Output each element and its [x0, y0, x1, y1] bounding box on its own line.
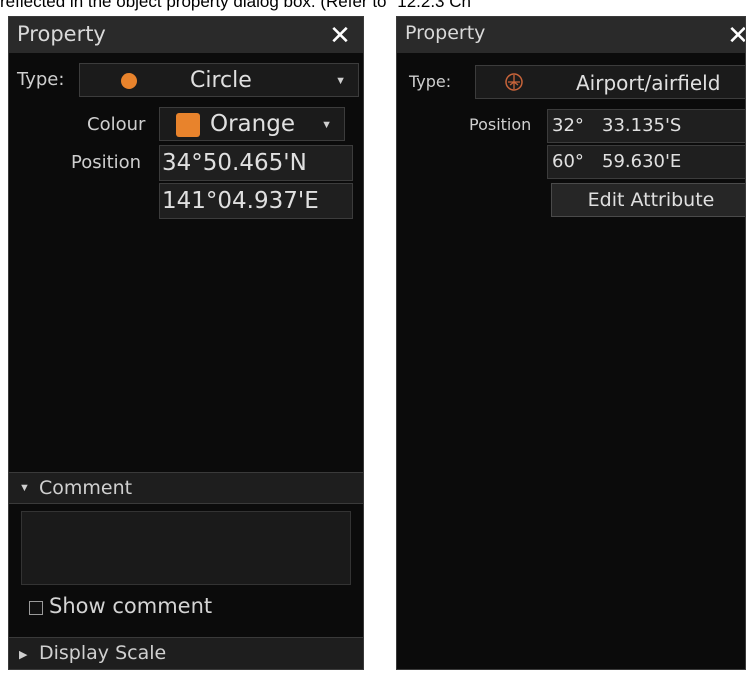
colour-dropdown[interactable]: Orange ▼ — [159, 107, 345, 141]
panel-title: Property — [405, 22, 486, 44]
latitude-minutes: 33.135'S — [602, 115, 682, 136]
longitude-field[interactable]: 141°04.937'E — [159, 183, 353, 219]
longitude-minutes: 59.630'E — [602, 151, 682, 172]
title-bar: Property ✕ — [9, 17, 363, 53]
show-comment-label: Show comment — [49, 594, 213, 618]
chevron-down-icon: ▼ — [335, 75, 346, 87]
airport-icon — [505, 73, 523, 91]
close-button[interactable]: ✕ — [325, 21, 355, 49]
close-button[interactable]: ✕ — [723, 21, 745, 49]
orange-circle-icon — [121, 73, 137, 89]
latitude-field[interactable]: 32° 33.135'S — [547, 109, 745, 143]
colour-value: Orange — [210, 111, 295, 137]
comment-section-label: Comment — [39, 477, 133, 499]
chevron-right-icon: ▶ — [19, 649, 28, 661]
chevron-down-icon: ▼ — [321, 119, 332, 131]
type-label: Type: — [409, 72, 452, 91]
colour-label: Colour — [87, 114, 146, 135]
position-label: Position — [71, 152, 142, 173]
caption-text: reflected in the object property dialog … — [0, 0, 471, 11]
display-scale-section-header[interactable]: ▶ Display Scale — [9, 637, 363, 669]
property-panel-airport: Property ✕ Type: Airport/airfield Positi… — [396, 16, 746, 670]
property-panel-circle: Property ✕ Type: Circle ▼ Colour Orange … — [8, 16, 364, 670]
longitude-value: 141°04.937'E — [162, 188, 319, 214]
type-label: Type: — [17, 69, 65, 90]
latitude-field[interactable]: 34°50.465'N — [159, 145, 353, 181]
longitude-field[interactable]: 60° 59.630'E — [547, 145, 745, 179]
show-comment-checkbox[interactable] — [29, 601, 43, 615]
type-value: Airport/airfield — [576, 71, 721, 95]
title-bar: Property ✕ — [397, 17, 745, 53]
orange-swatch-icon — [176, 113, 200, 137]
latitude-degrees: 32° — [552, 115, 584, 136]
type-value: Circle — [190, 68, 252, 93]
longitude-degrees: 60° — [552, 151, 584, 172]
type-dropdown[interactable]: Circle ▼ — [79, 63, 359, 97]
panel-title: Property — [17, 22, 106, 46]
comment-section-header[interactable]: ▼ Comment — [9, 472, 363, 504]
latitude-value: 34°50.465'N — [162, 150, 307, 176]
type-dropdown[interactable]: Airport/airfield — [475, 65, 745, 99]
display-scale-label: Display Scale — [39, 642, 167, 664]
comment-textarea[interactable] — [21, 511, 351, 585]
chevron-down-icon: ▼ — [19, 482, 30, 494]
position-label: Position — [469, 115, 532, 134]
edit-attribute-button[interactable]: Edit Attribute — [551, 183, 745, 217]
